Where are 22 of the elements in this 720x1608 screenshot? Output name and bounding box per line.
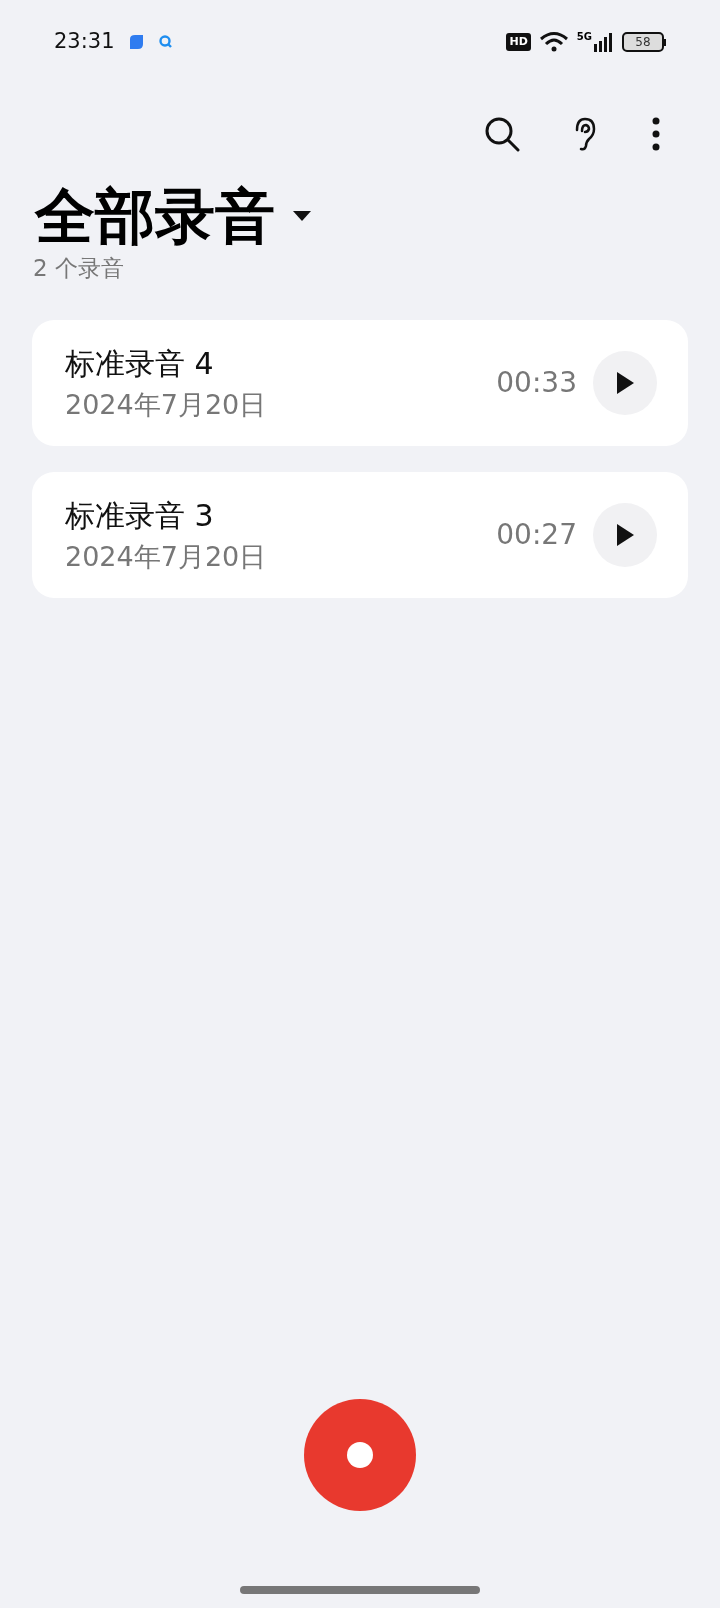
record-icon <box>347 1442 373 1468</box>
dropdown-caret-icon[interactable] <box>293 211 311 221</box>
play-icon <box>615 523 635 547</box>
recording-name: 标准录音 3 <box>65 497 215 535</box>
recording-date: 2024年7月20日 <box>65 540 268 574</box>
recording-card[interactable]: 标准录音 4 2024年7月20日 00:33 <box>32 320 688 446</box>
recording-duration: 00:33 <box>496 365 577 401</box>
recording-card[interactable]: 标准录音 3 2024年7月20日 00:27 <box>32 472 688 598</box>
recording-duration: 00:27 <box>496 517 577 553</box>
recording-date: 2024年7月20日 <box>65 388 268 422</box>
clock: 23:31 <box>54 28 115 56</box>
page-title: 全部录音 <box>35 180 275 253</box>
recording-count: 2 个录音 <box>32 254 125 283</box>
play-icon <box>615 371 635 395</box>
more-icon <box>652 117 660 151</box>
battery-indicator: 58 <box>622 32 666 52</box>
signal-icon <box>594 32 614 52</box>
wifi-icon <box>538 31 569 53</box>
network-label: 5G <box>576 32 592 42</box>
recording-name: 标准录音 4 <box>65 345 215 383</box>
hd-badge: HD <box>506 33 531 51</box>
search-icon <box>483 115 521 153</box>
